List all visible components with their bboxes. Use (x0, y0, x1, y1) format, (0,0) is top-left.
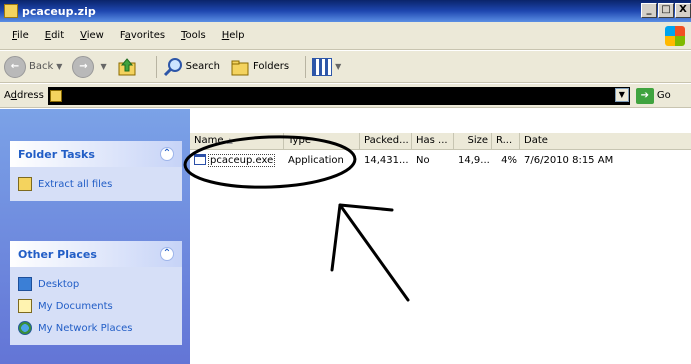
column-has[interactable]: Has ... (412, 133, 454, 149)
task-pane: Folder Tasks ⌃ Extract all files Other P… (0, 109, 190, 364)
other-places-title: Other Places (18, 247, 97, 261)
column-packed[interactable]: Packed... (360, 133, 412, 149)
place-my-documents[interactable]: My Documents (18, 295, 174, 317)
extract-icon (18, 177, 32, 191)
column-headers: Name ▲ Type Packed... Has ... Size R... … (190, 133, 691, 150)
folders-button[interactable]: Folders (230, 57, 289, 77)
views-button[interactable]: ▼ (312, 57, 341, 76)
menu-help[interactable]: Help (214, 30, 253, 41)
column-ratio[interactable]: R... (492, 133, 520, 149)
other-places-body: Desktop My Documents My Network Places (10, 267, 182, 345)
place-network[interactable]: My Network Places (18, 317, 174, 339)
views-icon (312, 57, 333, 76)
forward-dropdown-icon[interactable]: ▼ (100, 62, 106, 71)
close-button[interactable]: X (675, 3, 691, 18)
folders-label: Folders (252, 61, 290, 72)
column-size[interactable]: Size (454, 133, 492, 149)
cell-ratio: 4% (501, 155, 517, 166)
menu-tools[interactable]: Tools (173, 30, 214, 41)
address-field[interactable]: ▼ (47, 86, 630, 105)
column-name[interactable]: Name ▲ (190, 133, 284, 149)
table-row[interactable]: pcaceup.exe Application 14,431... No 14,… (190, 153, 691, 169)
task-extract-all[interactable]: Extract all files (18, 173, 174, 195)
windows-logo-icon (665, 26, 685, 46)
address-dropdown-icon[interactable]: ▼ (614, 87, 629, 102)
go-button[interactable]: ➔ Go (635, 87, 671, 104)
menu-view[interactable]: View (72, 30, 112, 41)
file-list: Name ▲ Type Packed... Has ... Size R... … (190, 109, 691, 364)
menu-bar: File Edit View Favorites Tools Help (0, 22, 691, 50)
cell-has: No (416, 155, 430, 166)
zip-folder-icon (49, 89, 62, 102)
address-label: Address (4, 90, 44, 101)
up-folder-icon (118, 57, 136, 75)
forward-button[interactable]: → ▼ (72, 55, 107, 78)
cell-name[interactable]: pcaceup.exe (190, 153, 284, 169)
search-label: Search (185, 61, 220, 72)
go-arrow-icon: ➔ (635, 87, 654, 104)
go-label: Go (656, 90, 671, 101)
up-folder-button[interactable] (117, 57, 140, 77)
back-button[interactable]: ← Back ▼ (4, 55, 62, 78)
column-date[interactable]: Date (520, 133, 691, 149)
sort-ascending-icon: ▲ (226, 136, 233, 145)
application-icon (194, 154, 206, 165)
toolbar-separator (155, 55, 157, 78)
folder-tasks-title: Folder Tasks (18, 147, 95, 161)
address-bar: Address ▼ ➔ Go (0, 84, 691, 108)
place-desktop[interactable]: Desktop (18, 273, 174, 295)
search-icon (163, 57, 182, 76)
forward-arrow-icon: → (72, 55, 95, 78)
other-places-panel: Other Places ⌃ Desktop My Documents My N… (10, 241, 182, 345)
folder-tasks-panel: Folder Tasks ⌃ Extract all files (10, 141, 182, 201)
back-dropdown-icon[interactable]: ▼ (56, 62, 62, 71)
toolbar: ← Back ▼ → ▼ Search Folders ▼ (0, 51, 691, 83)
title-bar: pcaceup.zip _ □ X (0, 0, 691, 22)
folders-icon (231, 60, 249, 75)
desktop-icon (18, 277, 32, 291)
menu-file[interactable]: File (4, 30, 37, 41)
toolbar-separator (305, 55, 307, 78)
minimize-button[interactable]: _ (641, 3, 657, 18)
window-title: pcaceup.zip (22, 4, 96, 18)
cell-size: 14,9... (458, 155, 490, 166)
place-label: My Network Places (38, 322, 133, 334)
network-places-icon (18, 321, 32, 335)
place-label: Desktop (38, 278, 80, 290)
other-places-header[interactable]: Other Places ⌃ (10, 241, 182, 267)
file-name: pcaceup.exe (208, 154, 276, 167)
folder-tasks-header[interactable]: Folder Tasks ⌃ (10, 141, 182, 167)
my-documents-icon (18, 299, 32, 313)
cell-type: Application (288, 155, 344, 166)
menu-favorites[interactable]: Favorites (112, 30, 173, 41)
menu-edit[interactable]: Edit (37, 30, 72, 41)
task-label: Extract all files (38, 178, 113, 190)
back-label: Back (29, 61, 54, 72)
collapse-icon[interactable]: ⌃ (160, 147, 174, 161)
folder-tasks-body: Extract all files (10, 167, 182, 201)
cell-date: 7/6/2010 8:15 AM (524, 155, 614, 166)
back-arrow-icon: ← (4, 55, 26, 78)
collapse-icon[interactable]: ⌃ (160, 247, 174, 261)
place-label: My Documents (38, 300, 113, 312)
cell-packed: 14,431... (364, 155, 409, 166)
views-dropdown-icon[interactable]: ▼ (335, 62, 341, 71)
zip-folder-icon (4, 4, 18, 18)
window-controls: _ □ X (641, 3, 691, 18)
column-type[interactable]: Type (284, 133, 360, 149)
maximize-button[interactable]: □ (658, 3, 674, 18)
search-button[interactable]: Search (163, 57, 220, 77)
